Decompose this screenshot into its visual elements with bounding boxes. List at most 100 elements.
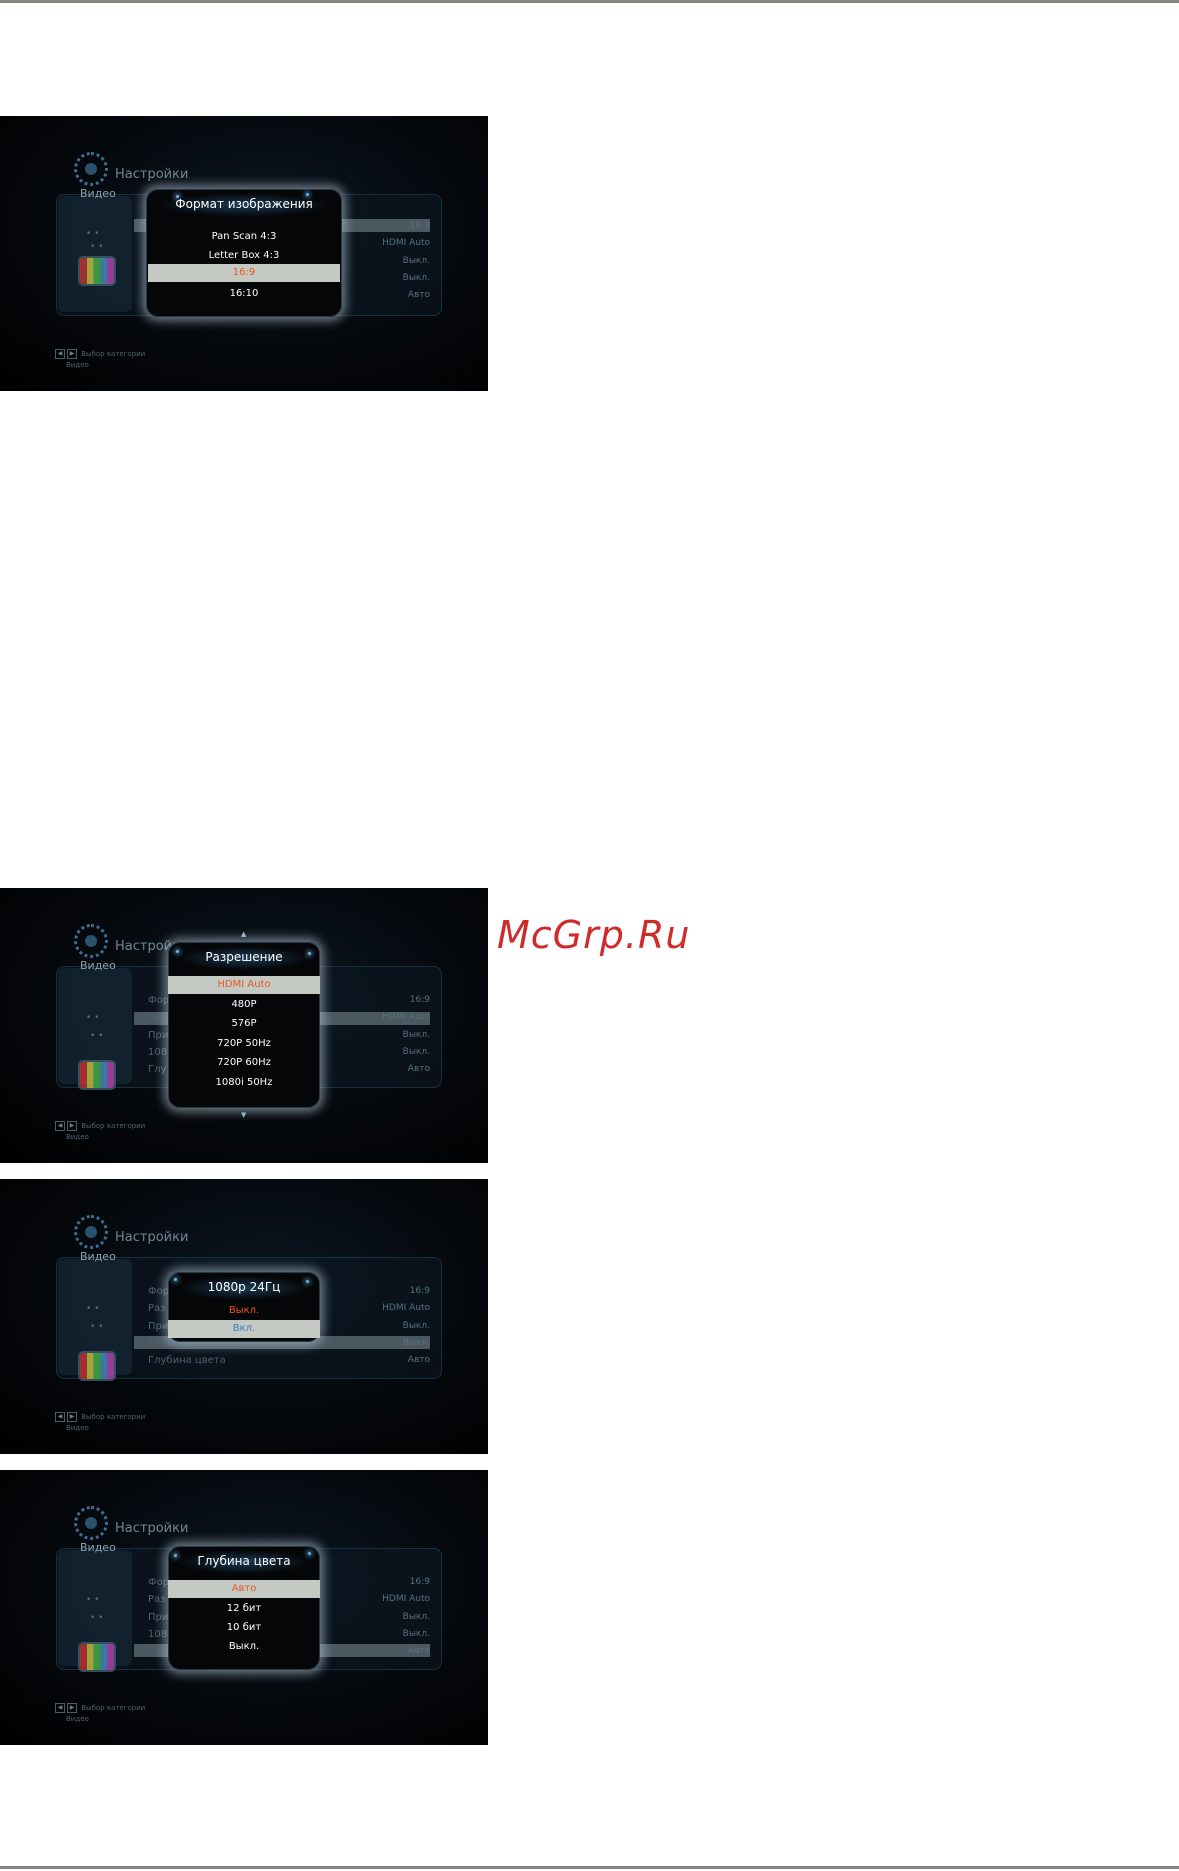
right-arrow-icon: ▶: [67, 1703, 77, 1713]
option-item[interactable]: Pan Scan 4:3: [146, 231, 342, 242]
popup-aspect-ratio: Формат изображения Pan Scan 4:3 Letter B…: [146, 189, 342, 317]
dots-icon: • •: [86, 229, 100, 239]
setting-value: Выкл.: [402, 1047, 430, 1057]
gear-icon: [74, 924, 108, 958]
dots-icon: • •: [90, 242, 104, 252]
scroll-down-icon[interactable]: ▼: [241, 1111, 246, 1119]
option-item[interactable]: Выкл.: [168, 1305, 320, 1316]
tv-icon: [78, 1642, 116, 1672]
setting-label: Раз: [148, 1012, 166, 1023]
option-item[interactable]: 12 бит: [168, 1603, 320, 1614]
dots-icon: • •: [86, 1304, 100, 1314]
setting-label: Глубина цвета: [148, 1355, 226, 1366]
footer-sub: Видео: [66, 1424, 89, 1432]
bottom-divider: [0, 1866, 1179, 1869]
screenshot-aspect-ratio: Настройки Видео • • • • 16:9 HDMI Auto В…: [0, 116, 488, 391]
popup-title: Разрешение: [205, 950, 283, 964]
screenshot-resolution: Настройки Видео • • • • Фор Раз При 1080…: [0, 888, 488, 1163]
footer-sub: Видео: [66, 1715, 89, 1723]
setting-value: Авто: [407, 1064, 430, 1074]
setting-value: 16:9: [409, 1577, 430, 1587]
option-item-selected[interactable]: HDMI Auto: [168, 976, 320, 994]
setting-value: HDMI Auto: [382, 1303, 430, 1313]
setting-label: При: [148, 1030, 169, 1041]
setting-label: 1080: [148, 1338, 174, 1349]
setting-label: При: [148, 1612, 169, 1623]
popup-resolution: Разрешение HDMI Auto 480P 576P 720P 50Hz…: [168, 942, 320, 1108]
tv-icon: [78, 256, 116, 286]
popup-1080p24: 1080р 24Гц Выкл. Вкл.: [168, 1272, 320, 1342]
setting-value: Выкл.: [402, 273, 430, 283]
site-logo: McGrp.Ru: [497, 913, 691, 957]
gear-icon: [74, 152, 108, 186]
setting-value: Авто: [407, 1355, 430, 1365]
category-video[interactable]: Видео: [80, 959, 116, 972]
footer-hint: ◀ ▶ Выбор категории: [55, 1412, 145, 1422]
top-divider: [0, 0, 1179, 3]
footer-hint-text: Выбор категории: [81, 1413, 146, 1421]
option-item[interactable]: 720P 60Hz: [168, 1057, 320, 1068]
dots-icon: • •: [86, 1013, 100, 1023]
option-item[interactable]: 16:10: [146, 288, 342, 299]
option-item[interactable]: Выкл.: [168, 1641, 320, 1652]
setting-label: Фор: [148, 995, 170, 1006]
settings-title: Настройки: [115, 167, 189, 182]
setting-label: Раз: [148, 1303, 166, 1314]
setting-value: 16:9: [409, 221, 430, 231]
option-item[interactable]: Letter Box 4:3: [146, 250, 342, 261]
option-item[interactable]: 576P: [168, 1018, 320, 1029]
category-video[interactable]: Видео: [80, 187, 116, 200]
settings-title: Настройки: [115, 1521, 189, 1536]
setting-label: Глу: [148, 1064, 167, 1075]
option-item-selected[interactable]: Авто: [168, 1580, 320, 1598]
dots-icon: • •: [90, 1322, 104, 1332]
setting-value: 16:9: [409, 1286, 430, 1296]
dots-icon: • •: [90, 1613, 104, 1623]
setting-label: Фор: [148, 1286, 170, 1297]
setting-label: Раз: [148, 1594, 166, 1605]
option-item[interactable]: 1080i 50Hz: [168, 1077, 320, 1088]
category-video[interactable]: Видео: [80, 1541, 116, 1554]
left-arrow-icon: ◀: [55, 1412, 65, 1422]
setting-value: HDMI Auto: [382, 238, 430, 248]
popup-color-depth: Глубина цвета Авто 12 бит 10 бит Выкл.: [168, 1546, 320, 1670]
setting-label: Глу: [148, 1646, 167, 1657]
setting-value: Авто: [407, 290, 430, 300]
option-item[interactable]: 720P 50Hz: [168, 1038, 320, 1049]
setting-value: HDMI Auto: [382, 1594, 430, 1604]
option-item-selected[interactable]: Вкл.: [168, 1320, 320, 1338]
footer-sub: Видео: [66, 361, 89, 369]
setting-value: Авто: [407, 1646, 430, 1656]
setting-value: 16:9: [409, 995, 430, 1005]
tv-icon: [78, 1060, 116, 1090]
gear-icon: [74, 1506, 108, 1540]
screenshot-color-depth: Настройки Видео • • • • Фор Раз При 1080…: [0, 1470, 488, 1745]
setting-value: Выкл.: [402, 1612, 430, 1622]
left-arrow-icon: ◀: [55, 1121, 65, 1131]
category-video[interactable]: Видео: [80, 1250, 116, 1263]
footer-hint-text: Выбор категории: [81, 1122, 146, 1130]
setting-value: Выкл.: [402, 1321, 430, 1331]
footer-hint: ◀ ▶ Выбор категории: [55, 349, 145, 359]
right-arrow-icon: ▶: [67, 1121, 77, 1131]
dots-icon: • •: [86, 1595, 100, 1605]
setting-label: При: [148, 1321, 169, 1332]
category-column: [58, 196, 132, 312]
setting-value: Выкл.: [402, 1338, 430, 1348]
footer-hint: ◀ ▶ Выбор категории: [55, 1703, 145, 1713]
scroll-up-icon[interactable]: ▲: [241, 930, 246, 938]
footer-hint: ◀ ▶ Выбор категории: [55, 1121, 145, 1131]
popup-title: Формат изображения: [175, 197, 313, 211]
sparkle: [306, 193, 309, 196]
setting-value: HDMI Auto: [382, 1012, 430, 1022]
settings-title: Настройки: [115, 1230, 189, 1245]
left-arrow-icon: ◀: [55, 1703, 65, 1713]
option-item-selected[interactable]: 16:9: [148, 264, 340, 282]
right-arrow-icon: ▶: [67, 1412, 77, 1422]
right-arrow-icon: ▶: [67, 349, 77, 359]
footer-hint-text: Выбор категории: [81, 350, 146, 358]
setting-value: Выкл.: [402, 1629, 430, 1639]
option-item[interactable]: 480P: [168, 999, 320, 1010]
screenshot-1080p24: Настройки Видео • • • • Фор Раз При 1080…: [0, 1179, 488, 1454]
option-item[interactable]: 10 бит: [168, 1622, 320, 1633]
